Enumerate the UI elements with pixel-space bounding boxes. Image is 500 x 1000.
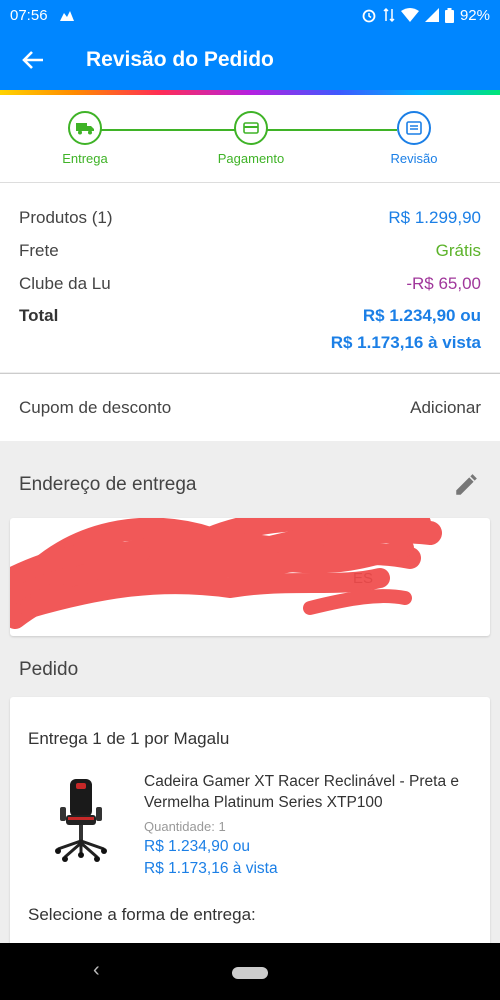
alarm-icon <box>362 9 376 23</box>
produtos-value: R$ 1.299,90 <box>388 207 481 227</box>
signal-icon <box>424 8 439 22</box>
system-nav-bar: ‹ <box>0 943 500 1000</box>
total-label: Total <box>19 306 59 325</box>
nav-back-icon[interactable]: ‹ <box>93 959 100 982</box>
product-name[interactable]: Cadeira Gamer XT Racer Reclinável - Pret… <box>144 771 480 813</box>
produtos-label: Produtos (1) <box>19 207 113 227</box>
redaction-scribble <box>10 518 442 629</box>
wifi-icon <box>400 8 419 22</box>
step-revisao[interactable]: Revisão <box>354 111 474 166</box>
address-section-title: Endereço de entrega <box>19 474 197 495</box>
summary-row-produtos: Produtos (1) R$ 1.299,90 <box>19 201 481 234</box>
clube-value: -R$ 65,00 <box>406 273 481 293</box>
checkout-stepper: Entrega Pagamento Revisão <box>0 95 500 183</box>
nav-home-pill[interactable] <box>232 967 268 979</box>
total-price-installments: R$ 1.234,90 ou <box>362 306 481 325</box>
product-image[interactable] <box>50 777 112 863</box>
step-pagamento[interactable]: Pagamento <box>191 111 311 166</box>
step-entrega[interactable]: Entrega <box>25 111 145 166</box>
frete-value: Grátis <box>435 240 481 260</box>
coupon-label: Cupom de desconto <box>19 397 172 417</box>
summary-row-clube: Clube da Lu -R$ 65,00 <box>19 267 481 300</box>
card-icon <box>243 122 259 134</box>
order-summary: Produtos (1) R$ 1.299,90 Frete Grátis Cl… <box>0 183 500 372</box>
app-bar: Revisão do Pedido <box>0 30 500 90</box>
total-price-cash: R$ 1.173,16 à vista <box>330 333 481 352</box>
product-info: Cadeira Gamer XT Racer Reclinável - Pret… <box>144 771 480 880</box>
summary-row-total: Total R$ 1.234,90 ou R$ 1.173,16 à vista <box>19 300 481 356</box>
battery-icon <box>444 7 454 23</box>
frete-label: Frete <box>19 240 59 260</box>
status-time: 07:56 <box>10 6 48 24</box>
address-card[interactable]: ES <box>10 518 490 636</box>
battery-level: 92% <box>459 6 490 24</box>
status-bar: 07:56 92% <box>0 0 500 30</box>
summary-row-frete: Frete Grátis <box>19 234 481 267</box>
data-transfer-icon <box>383 7 395 23</box>
step-circle <box>234 111 268 145</box>
clube-label: Clube da Lu <box>19 273 111 293</box>
coupon-row[interactable]: Cupom de desconto Adicionar <box>0 373 500 441</box>
page-title: Revisão do Pedido <box>86 48 274 71</box>
shipment-title: Entrega 1 de 1 por Magalu <box>28 729 230 748</box>
step-label: Revisão <box>390 151 438 166</box>
step-label: Pagamento <box>217 151 285 166</box>
delivery-method-title: Selecione a forma de entrega: <box>28 905 256 924</box>
step-label: Entrega <box>62 151 108 166</box>
order-card: Entrega 1 de 1 por Magalu Cadeira Gamer … <box>10 697 490 957</box>
back-button[interactable] <box>0 30 66 90</box>
order-section-title: Pedido <box>19 659 79 680</box>
truck-icon <box>76 123 94 135</box>
total-value: R$ 1.234,90 ou R$ 1.173,16 à vista <box>331 300 481 356</box>
list-icon <box>406 121 422 135</box>
step-circle <box>397 111 431 145</box>
product-price-installments: R$ 1.234,90 ou <box>144 838 251 855</box>
pencil-icon[interactable] <box>453 472 479 498</box>
arrow-left-icon <box>22 51 43 69</box>
step-circle <box>68 111 102 145</box>
add-coupon-button[interactable]: Adicionar <box>410 398 481 418</box>
product-quantity: Quantidade: 1 <box>144 819 226 834</box>
product-price-cash: R$ 1.173,16 à vista <box>144 860 278 877</box>
notification-icon <box>59 11 74 21</box>
